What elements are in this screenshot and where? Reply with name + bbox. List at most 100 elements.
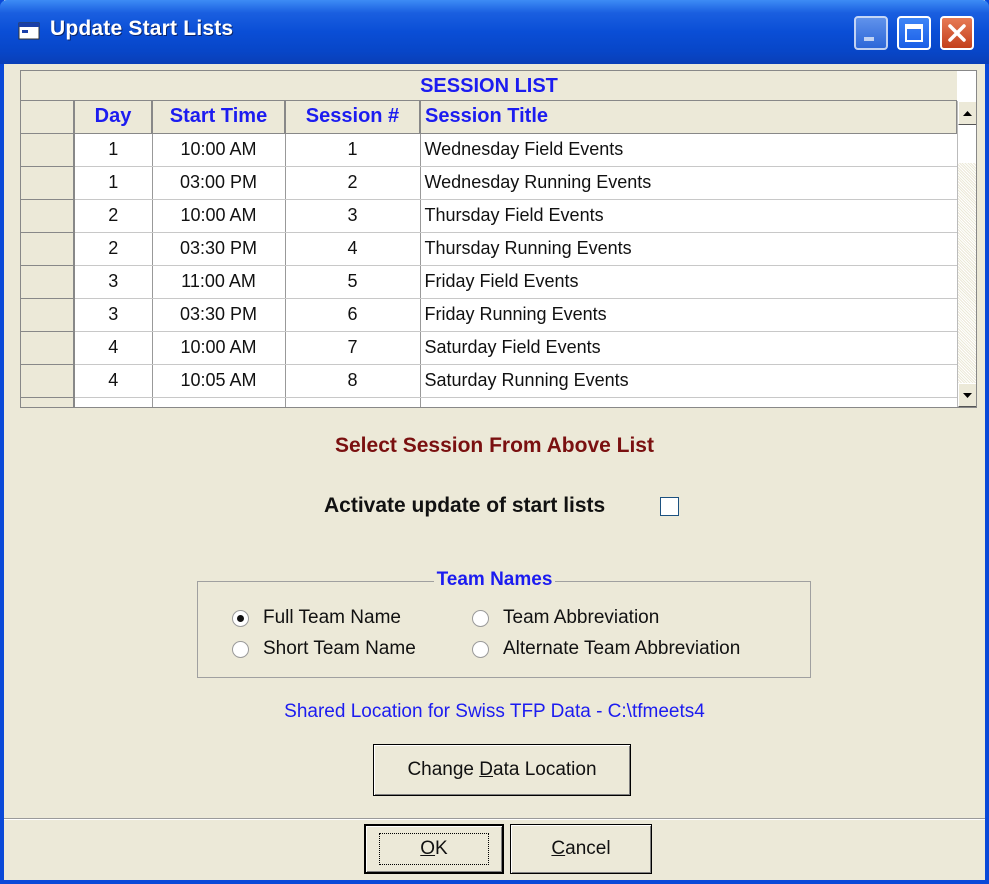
empty-cell[interactable] [74,397,153,407]
table-row[interactable]: 3 03:30 PM 6 Friday Running Events [21,298,958,332]
update-start-lists-window: Update Start Lists SESSION LIST Day Star… [0,0,989,884]
cell-session-title[interactable]: Friday Field Events [420,265,958,299]
row-header[interactable] [21,199,75,233]
vertical-scrollbar[interactable] [957,101,976,407]
radio-alternate-team-abbreviation[interactable]: Alternate Team Abbreviation [472,638,740,660]
empty-cell[interactable] [21,397,75,407]
ok-label: OK [379,833,489,865]
cell-start-time[interactable]: 10:05 AM [152,364,286,398]
radio-unselected-icon[interactable] [472,640,489,658]
select-session-message: Select Session From Above List [335,434,654,457]
radio-selected-icon[interactable] [232,609,249,627]
cell-day[interactable]: 4 [74,364,153,398]
dialog-client-area: SESSION LIST Day Start Time Session # Se… [4,64,985,880]
radio-team-abbreviation[interactable]: Team Abbreviation [472,607,659,629]
cell-session-number[interactable]: 2 [285,166,421,200]
arrow-up-icon [963,111,972,116]
cell-session-number[interactable]: 6 [285,298,421,332]
session-list-grid[interactable]: SESSION LIST Day Start Time Session # Se… [20,70,977,408]
row-header[interactable] [21,298,75,332]
cell-start-time[interactable]: 10:00 AM [152,133,286,167]
cell-session-number[interactable]: 1 [285,133,421,167]
close-icon [948,24,966,42]
cell-start-time[interactable]: 11:00 AM [152,265,286,299]
title-bar[interactable]: Update Start Lists [0,0,989,64]
table-row[interactable]: 1 03:00 PM 2 Wednesday Running Events [21,166,958,200]
cell-day[interactable]: 1 [74,133,153,167]
window-title: Update Start Lists [50,17,234,40]
activate-update-checkbox[interactable] [660,497,679,516]
cell-session-title[interactable]: Friday Running Events [420,298,958,332]
maximize-icon [905,24,923,42]
empty-cell[interactable] [152,397,286,407]
scroll-thumb[interactable] [958,125,976,163]
shared-location-text: Shared Location for Swiss TFP Data - C:\… [284,701,705,722]
scroll-down-button[interactable] [958,383,976,407]
cancel-label: Cancel [551,838,610,860]
cell-day[interactable]: 3 [74,298,153,332]
table-row-empty[interactable] [21,397,958,407]
radio-short-team-name[interactable]: Short Team Name [232,638,416,660]
scroll-track[interactable] [958,163,976,383]
cell-session-title[interactable]: Saturday Running Events [420,364,958,398]
accelerator-key: C [551,838,566,859]
cell-session-title[interactable]: Wednesday Field Events [420,133,958,167]
cell-session-title[interactable]: Thursday Field Events [420,199,958,233]
cell-day[interactable]: 1 [74,166,153,200]
cell-session-number[interactable]: 5 [285,265,421,299]
column-header-session-number[interactable]: Session # [285,101,421,134]
minimize-icon [864,37,874,41]
radio-alternate-team-abbreviation-label: Alternate Team Abbreviation [503,638,741,659]
empty-cell[interactable] [420,397,958,407]
cell-start-time[interactable]: 10:00 AM [152,199,286,233]
radio-team-abbreviation-label: Team Abbreviation [503,607,660,628]
cell-session-number[interactable]: 7 [285,331,421,365]
table-row[interactable]: 2 10:00 AM 3 Thursday Field Events [21,199,958,233]
cell-session-number[interactable]: 3 [285,199,421,233]
radio-unselected-icon[interactable] [232,640,249,658]
table-row[interactable]: 3 11:00 AM 5 Friday Field Events [21,265,958,299]
cell-start-time[interactable]: 10:00 AM [152,331,286,365]
radio-unselected-icon[interactable] [472,609,489,627]
minimize-button[interactable] [854,16,888,50]
cell-day[interactable]: 2 [74,199,153,233]
row-header[interactable] [21,331,75,365]
cell-session-number[interactable]: 4 [285,232,421,266]
cell-session-number[interactable]: 8 [285,364,421,398]
cell-day[interactable]: 4 [74,331,153,365]
row-header[interactable] [21,133,75,167]
cell-start-time[interactable]: 03:30 PM [152,232,286,266]
accelerator-key: D [479,759,494,780]
close-button[interactable] [940,16,974,50]
activate-update-label[interactable]: Activate update of start lists [324,494,605,518]
app-window-icon [18,22,40,40]
cancel-button[interactable]: Cancel [510,824,652,874]
radio-full-team-name[interactable]: Full Team Name [232,607,401,629]
change-data-location-button[interactable]: Change Data Location [373,744,631,796]
cell-session-title[interactable]: Saturday Field Events [420,331,958,365]
cell-start-time[interactable]: 03:30 PM [152,298,286,332]
column-header-session-title[interactable]: Session Title [420,101,958,134]
cell-day[interactable]: 2 [74,232,153,266]
row-header[interactable] [21,232,75,266]
scroll-up-button[interactable] [958,101,976,125]
table-row[interactable]: 4 10:00 AM 7 Saturday Field Events [21,331,958,365]
change-data-location-label: Change Data Location [407,759,596,781]
row-header[interactable] [21,265,75,299]
column-header-start-time[interactable]: Start Time [152,101,286,134]
empty-cell[interactable] [285,397,421,407]
cell-start-time[interactable]: 03:00 PM [152,166,286,200]
table-header-row: Day Start Time Session # Session Title [21,101,958,134]
table-row[interactable]: 4 10:05 AM 8 Saturday Running Events [21,364,958,398]
cell-day[interactable]: 3 [74,265,153,299]
row-header[interactable] [21,166,75,200]
maximize-button[interactable] [897,16,931,50]
row-header[interactable] [21,364,75,398]
column-header-day[interactable]: Day [74,101,153,134]
table-row[interactable]: 2 03:30 PM 4 Thursday Running Events [21,232,958,266]
table-row[interactable]: 1 10:00 AM 1 Wednesday Field Events [21,133,958,167]
cell-session-title[interactable]: Thursday Running Events [420,232,958,266]
team-names-legend-text: Team Names [433,569,556,590]
cell-session-title[interactable]: Wednesday Running Events [420,166,958,200]
ok-button[interactable]: OK [364,824,504,874]
